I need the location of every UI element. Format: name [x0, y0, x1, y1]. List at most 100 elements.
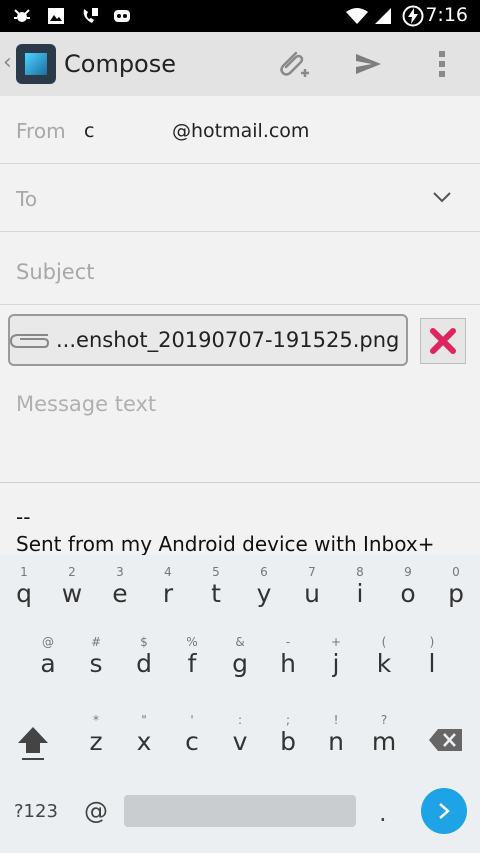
key-w[interactable]: 2w	[48, 559, 96, 621]
attachment-chip[interactable]: ...enshot_20190707-191525.png	[8, 314, 408, 366]
key-label: w	[61, 579, 83, 608]
key-label: t	[211, 579, 221, 608]
signal-icon	[375, 8, 391, 24]
key-z[interactable]: * z	[72, 707, 120, 769]
key-o[interactable]: 9o	[384, 559, 432, 621]
key-hint: '	[190, 713, 194, 727]
wifi-icon	[346, 8, 368, 24]
key-hint: 0	[452, 565, 460, 579]
key-label: i	[356, 579, 364, 608]
signature-separator: --	[16, 505, 31, 529]
key-c[interactable]: ' c	[168, 707, 216, 769]
key-y[interactable]: 6y	[240, 559, 288, 621]
message-input[interactable]: Message text	[16, 392, 156, 416]
soft-keyboard: 1 q 2 w 3 e 4 r 5 t 6 y 7 u 8 i 9 o 0 p @ a # s $ d% f & g - h + j(k) l * z…	[0, 555, 480, 853]
chevron-right-icon	[439, 803, 450, 819]
from-account-prefix: c	[84, 120, 95, 142]
battery-charging-icon	[402, 5, 424, 27]
key-i[interactable]: 8i	[336, 559, 384, 621]
key-b[interactable]: ; b	[264, 707, 312, 769]
key-label: k	[376, 649, 392, 678]
key-l[interactable]: ) l	[408, 629, 456, 691]
key-h[interactable]: -h	[264, 629, 312, 691]
key-label: g	[232, 649, 248, 678]
status-time: 7:16	[425, 4, 468, 26]
key-hint: %	[186, 635, 198, 649]
backspace-icon[interactable]	[428, 727, 464, 753]
key-f[interactable]: % f	[168, 629, 216, 691]
key-hint: "	[141, 713, 147, 727]
app-logo-icon[interactable]	[16, 44, 56, 84]
key-a[interactable]: @ a	[24, 629, 72, 691]
symbols-key[interactable]: ?123	[14, 801, 58, 822]
page-title: Compose	[64, 50, 177, 78]
key-r[interactable]: 4r	[144, 559, 192, 621]
key-label: p	[448, 579, 464, 608]
to-field[interactable]: To	[0, 164, 480, 232]
subject-input[interactable]: Subject	[16, 260, 95, 284]
key-label: q	[16, 579, 32, 608]
key-label: l	[428, 649, 436, 678]
key-p[interactable]: 0p	[432, 559, 480, 621]
android-debug-icon	[114, 10, 130, 22]
signature-text: Sent from my Android device with Inbox+	[16, 532, 435, 555]
key-g[interactable]: & g	[216, 629, 264, 691]
key-hint: 5	[212, 565, 220, 579]
chevron-down-icon[interactable]	[432, 190, 452, 204]
overflow-menu-icon[interactable]	[424, 46, 460, 82]
remove-attachment-button[interactable]	[420, 318, 466, 364]
period-key[interactable]: .	[379, 799, 387, 827]
key-label: r	[162, 579, 174, 608]
key-hint: *	[93, 713, 99, 727]
key-label: x	[136, 727, 152, 756]
key-hint: 7	[308, 565, 316, 579]
key-label: f	[187, 649, 197, 678]
key-hint: !	[333, 713, 339, 727]
key-m[interactable]: ? m	[360, 707, 408, 769]
key-hint: $	[140, 635, 148, 649]
key-hint: @	[42, 635, 54, 649]
message-text-area[interactable]: Message text	[0, 372, 480, 483]
key-n[interactable]: ! n	[312, 707, 360, 769]
key-hint: 9	[404, 565, 412, 579]
key-hint: 1	[20, 565, 28, 579]
from-field[interactable]: From c @hotmail.com	[0, 96, 480, 164]
shift-icon[interactable]	[14, 723, 52, 763]
key-label: y	[256, 579, 272, 608]
key-s[interactable]: # s	[72, 629, 120, 691]
signature-block[interactable]: -- Sent from my Android device with Inbo…	[0, 483, 480, 555]
key-label: b	[280, 727, 296, 756]
key-hint: -	[285, 635, 291, 649]
from-account-domain: @hotmail.com	[172, 120, 310, 142]
key-label: h	[280, 649, 296, 678]
at-key[interactable]: @	[84, 797, 108, 825]
key-label: n	[328, 727, 344, 756]
to-input[interactable]: To	[16, 187, 37, 211]
back-chevron-icon[interactable]: ‹	[3, 50, 12, 75]
key-label: a	[40, 649, 56, 678]
space-bar[interactable]	[124, 795, 356, 827]
key-hint: ?	[380, 713, 388, 727]
key-label: o	[400, 579, 416, 608]
key-hint: )	[429, 635, 435, 649]
key-label: s	[89, 649, 103, 678]
key-j[interactable]: + j	[312, 629, 360, 691]
key-d[interactable]: $ d	[120, 629, 168, 691]
key-hint: #	[90, 635, 102, 649]
subject-field[interactable]: Subject	[0, 232, 480, 305]
key-u[interactable]: 7u	[288, 559, 336, 621]
key-e[interactable]: 3e	[96, 559, 144, 621]
key-label: z	[89, 727, 103, 756]
key-k[interactable]: (k	[360, 629, 408, 691]
key-x[interactable]: " x	[120, 707, 168, 769]
attach-icon[interactable]	[274, 46, 310, 82]
key-hint: (	[381, 635, 387, 649]
attachment-filename: ...enshot_20190707-191525.png	[56, 328, 400, 352]
key-hint: 8	[356, 565, 364, 579]
key-t[interactable]: 5t	[192, 559, 240, 621]
enter-button[interactable]	[421, 788, 467, 834]
send-icon[interactable]	[350, 46, 386, 82]
key-v[interactable]: :v	[216, 707, 264, 769]
key-label: e	[112, 579, 128, 608]
key-q[interactable]: 1q	[0, 559, 48, 621]
